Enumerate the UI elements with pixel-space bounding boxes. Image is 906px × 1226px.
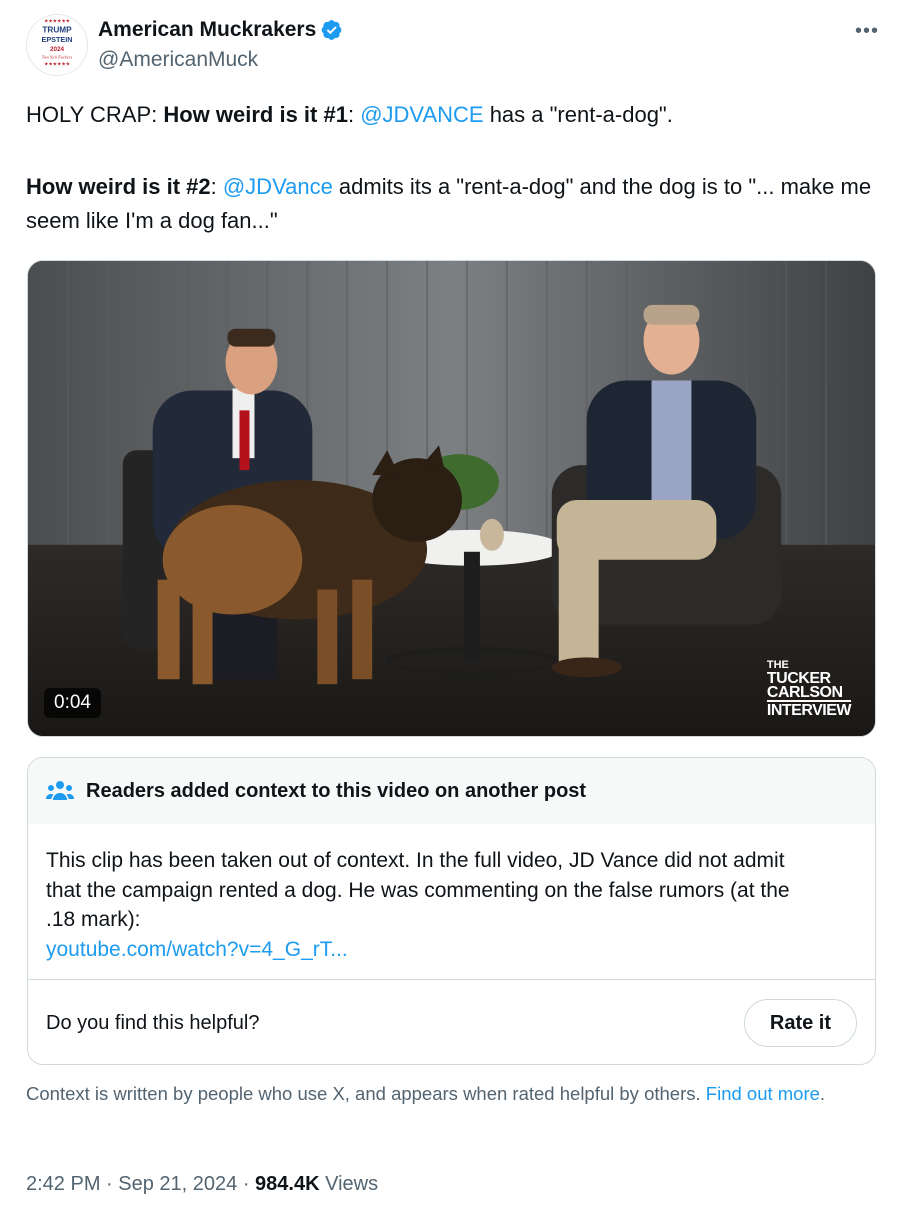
helpful-question: Do you find this helpful? (46, 1011, 260, 1034)
mention-link-2[interactable]: @JDVance (223, 174, 333, 199)
avatar-logo: ★★★★★★ TRUMP EPSTEIN 2024 Two Sick Fucke… (27, 15, 87, 75)
community-note-footer: Do you find this helpful? Rate it (28, 979, 875, 1064)
text-bold-1: How weird is it #1 (163, 102, 348, 127)
post-time[interactable]: 2:42 PM (26, 1173, 100, 1195)
find-out-more-link[interactable]: Find out more (706, 1083, 820, 1104)
more-icon[interactable]: ••• (850, 14, 884, 48)
watermark-line-3: CARLSON (766, 684, 843, 701)
tweet-meta: 2:42 PM · Sep 21, 2024 · 984.4K Views (26, 1173, 378, 1196)
avatar-text-3: 2024 (50, 46, 64, 53)
text-colon-1: : (347, 102, 361, 127)
rate-it-button[interactable]: Rate it (743, 999, 857, 1047)
avatar-text-2: EPSTEIN (41, 35, 72, 44)
text-colon-2: : (210, 174, 223, 199)
community-note-body: This clip has been taken out of context.… (28, 824, 828, 981)
views-count: 984.4K (255, 1173, 320, 1195)
text-prefix: HOLY CRAP: (26, 102, 164, 127)
post-date[interactable]: Sep 21, 2024 (118, 1173, 237, 1195)
display-name[interactable]: American Muckrakers (98, 18, 316, 42)
video-watermark: THE TUCKER CARLSON INTERVIEW (766, 658, 852, 719)
video-frame (28, 261, 875, 736)
mention-link-1[interactable]: @JDVANCE (360, 102, 483, 127)
author-handle[interactable]: @AmericanMuck (98, 48, 258, 72)
tweet: ★★★★★★ TRUMP EPSTEIN 2024 Two Sick Fucke… (0, 0, 906, 1226)
context-end: . (819, 1083, 826, 1104)
svg-text:★★★★★★: ★★★★★★ (44, 61, 71, 67)
text-rest-1: has a "rent-a-dog". (483, 102, 673, 127)
tweet-text-line-1: HOLY CRAP: How weird is it #1: @JDVANCE … (26, 98, 876, 132)
people-icon (46, 781, 74, 800)
tweet-text-line-2: How weird is it #2: @JDVance admits its … (26, 170, 876, 238)
video-timestamp: 0:04 (44, 688, 101, 718)
community-note-header[interactable]: Readers added context to this video on a… (28, 758, 875, 824)
text-bold-2: How weird is it #2 (26, 174, 211, 199)
community-note-text: This clip has been taken out of context.… (46, 849, 790, 931)
context-text: Context is written by people who use X, … (26, 1083, 706, 1104)
views-label: Views (319, 1173, 379, 1195)
meta-separator-2: · (237, 1173, 256, 1195)
meta-separator-1: · (100, 1173, 119, 1195)
community-note-link[interactable]: youtube.com/watch?v=4_G_rT... (46, 935, 810, 965)
watermark-line-4: INTERVIEW (766, 700, 852, 719)
avatar[interactable]: ★★★★★★ TRUMP EPSTEIN 2024 Two Sick Fucke… (26, 14, 88, 76)
community-note: Readers added context to this video on a… (27, 757, 876, 1065)
avatar-text-1: TRUMP (42, 25, 72, 34)
verified-badge-icon[interactable] (321, 19, 343, 41)
video-player[interactable]: 0:04 THE TUCKER CARLSON INTERVIEW (27, 260, 876, 737)
community-note-title: Readers added context to this video on a… (86, 779, 587, 802)
context-footer: Context is written by people who use X, … (26, 1081, 866, 1106)
author-name-row: American Muckrakers (98, 18, 343, 42)
svg-text:★★★★★★: ★★★★★★ (44, 19, 71, 25)
avatar-text-4: Two Sick Fuckers (42, 55, 73, 60)
